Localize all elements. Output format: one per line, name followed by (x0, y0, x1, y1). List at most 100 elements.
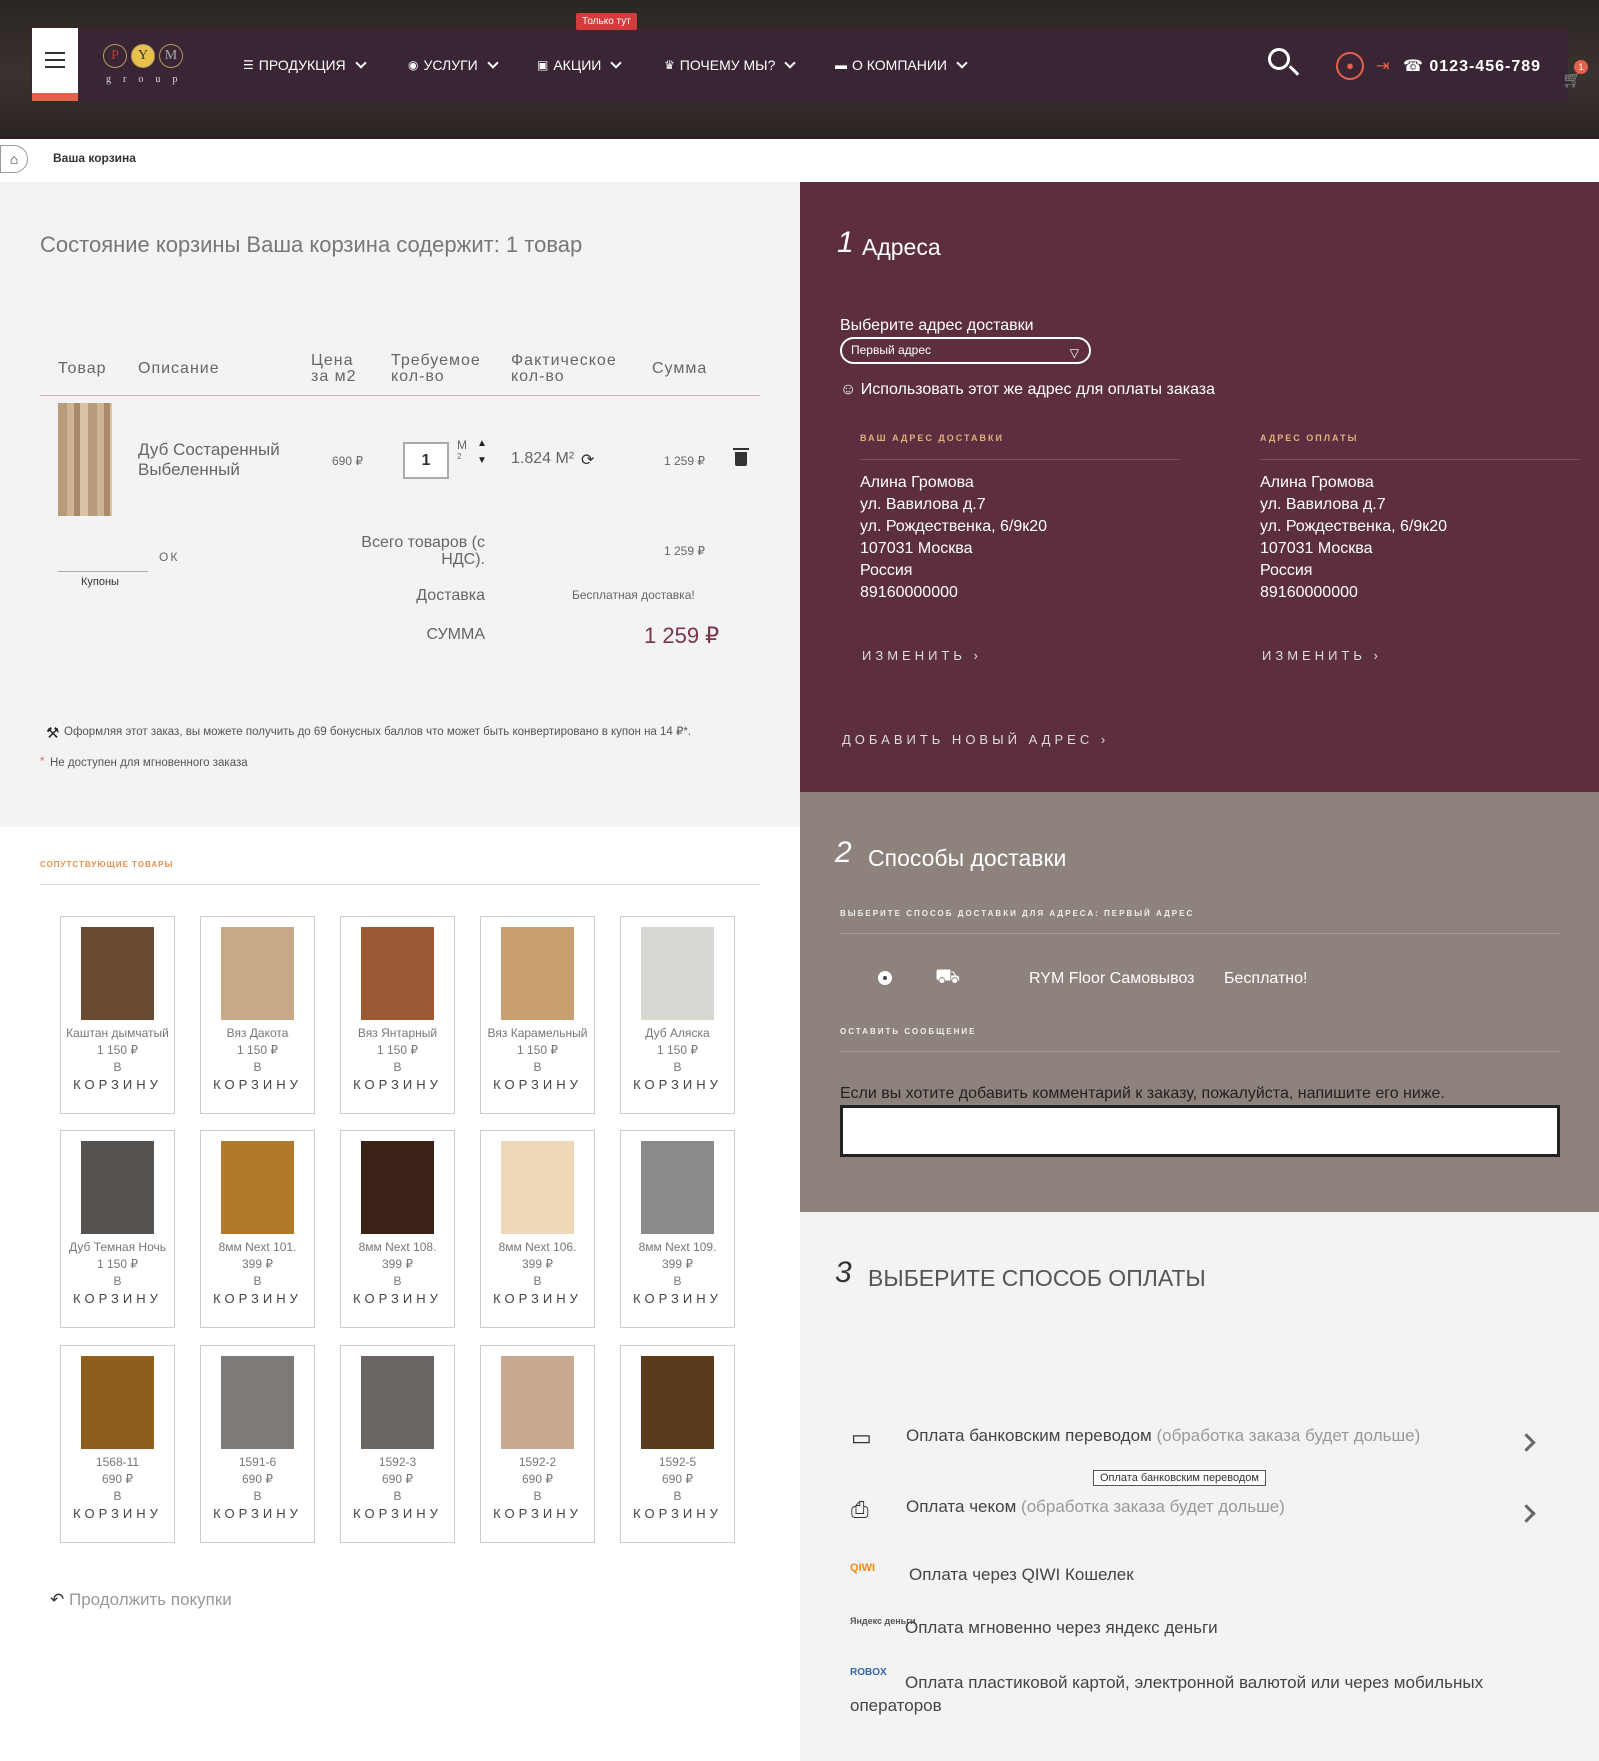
nav-promotions[interactable]: ▣ АКЦИИ (537, 56, 622, 73)
add-to-cart-button[interactable]: КОРЗИНУ (483, 1505, 592, 1522)
related-product-card[interactable]: Вяз Янтарный 1 150 ₽ В КОРЗИНУ (340, 916, 455, 1114)
add-to-cart-button[interactable]: КОРЗИНУ (203, 1076, 312, 1093)
nav-why-us[interactable]: ♛ ПОЧЕМУ МЫ? (664, 56, 797, 73)
product-price: 399 ₽ (242, 1257, 273, 1271)
product-image[interactable] (361, 1141, 434, 1234)
comment-textarea[interactable] (840, 1105, 1560, 1157)
related-product-card[interactable]: 8мм Next 106. 399 ₽ В КОРЗИНУ (480, 1130, 595, 1328)
related-product-card[interactable]: 1592-3 690 ₽ В КОРЗИНУ (340, 1345, 455, 1543)
product-image[interactable] (221, 1141, 294, 1234)
product-image[interactable] (361, 927, 434, 1020)
trash-icon[interactable] (733, 448, 749, 466)
logo[interactable]: P Y M group (103, 44, 203, 88)
product-info: 1568-11 690 ₽ В КОРЗИНУ (63, 1454, 172, 1522)
related-product-card[interactable]: Каштан дымчатый 1 150 ₽ В КОРЗИНУ (60, 916, 175, 1114)
add-to-cart-button[interactable]: КОРЗИНУ (203, 1290, 312, 1307)
nav-products[interactable]: ☰ ПРОДУКЦИЯ (243, 56, 367, 73)
to-cart-word: В (673, 1274, 682, 1288)
tooltip: Оплата банковским переводом (1093, 1470, 1266, 1486)
product-image[interactable] (221, 1356, 294, 1449)
product-image[interactable] (81, 927, 154, 1020)
product-name: 1592-2 (518, 1455, 557, 1469)
product-name: Вяз Янтарный (357, 1026, 438, 1040)
product-image[interactable] (641, 927, 714, 1020)
related-product-card[interactable]: 8мм Next 108. 399 ₽ В КОРЗИНУ (340, 1130, 455, 1328)
add-to-cart-button[interactable]: КОРЗИНУ (343, 1505, 452, 1522)
product-thumbnail[interactable] (58, 403, 112, 516)
qty-up-icon[interactable]: ▲ (477, 438, 487, 449)
related-product-card[interactable]: 1568-11 690 ₽ В КОРЗИНУ (60, 1345, 175, 1543)
add-to-cart-button[interactable]: КОРЗИНУ (203, 1505, 312, 1522)
add-to-cart-button[interactable]: КОРЗИНУ (623, 1076, 732, 1093)
product-image[interactable] (641, 1356, 714, 1449)
phone-number[interactable]: ☎ 0123-456-789 (1403, 56, 1541, 76)
add-to-cart-button[interactable]: КОРЗИНУ (483, 1076, 592, 1093)
payment-bank-transfer[interactable]: Оплата банковским переводом (обработка з… (906, 1426, 1420, 1446)
same-address-checkbox[interactable]: ☺ Использовать этот же адрес для оплаты … (840, 379, 1215, 401)
add-to-cart-button[interactable]: КОРЗИНУ (63, 1505, 172, 1522)
col-description: Описание (138, 360, 220, 377)
related-product-card[interactable]: 8мм Next 101. 399 ₽ В КОРЗИНУ (200, 1130, 315, 1328)
product-image[interactable] (221, 927, 294, 1020)
add-to-cart-button[interactable]: КОРЗИНУ (343, 1076, 452, 1093)
add-to-cart-button[interactable]: КОРЗИНУ (63, 1290, 172, 1307)
product-image[interactable] (361, 1356, 434, 1449)
carrier-cost: Бесплатно! (1224, 970, 1308, 987)
refresh-icon[interactable]: ⟳ (581, 450, 594, 470)
shipping-title: Способы доставки (868, 845, 1067, 871)
related-product-card[interactable]: Дуб Темная Ночь 1 150 ₽ В КОРЗИНУ (60, 1130, 175, 1328)
product-image[interactable] (501, 1356, 574, 1449)
product-image[interactable] (501, 927, 574, 1020)
address-select-value: Первый адрес (851, 343, 932, 357)
product-image[interactable] (81, 1141, 154, 1234)
change-delivery-address-link[interactable]: ИЗМЕНИТЬ › (862, 648, 982, 663)
payment-yandex[interactable]: Оплата мгновенно через яндекс деньги (905, 1618, 1218, 1638)
address-select[interactable]: Первый адрес ▽ (840, 337, 1091, 364)
add-to-cart-button[interactable]: КОРЗИНУ (63, 1076, 172, 1093)
quantity-input[interactable]: 1 (403, 442, 449, 479)
shipping-radio[interactable] (878, 971, 892, 985)
product-image[interactable] (501, 1141, 574, 1234)
product-image[interactable] (641, 1141, 714, 1234)
add-to-cart-button[interactable]: КОРЗИНУ (483, 1290, 592, 1307)
change-billing-address-link[interactable]: ИЗМЕНИТЬ › (1262, 648, 1382, 663)
product-image[interactable] (81, 1356, 154, 1449)
nav-services[interactable]: ◉ УСЛУГИ (408, 56, 499, 73)
logout-icon[interactable]: ⇥ (1376, 56, 1389, 76)
nav-about[interactable]: ▬ О КОМПАНИИ (835, 56, 968, 73)
gift-icon: ▣ (537, 58, 549, 72)
product-name[interactable]: Дуб Состаренный Выбеленный (138, 440, 298, 480)
add-to-cart-button[interactable]: КОРЗИНУ (623, 1290, 732, 1307)
home-icon[interactable]: ⌂ (0, 145, 28, 173)
coupon-ok-button[interactable]: ОК (159, 550, 179, 564)
product-price: 690 ₽ (102, 1472, 133, 1486)
related-product-card[interactable]: Дуб Аляска 1 150 ₽ В КОРЗИНУ (620, 916, 735, 1114)
related-product-card[interactable]: Вяз Карамельный 1 150 ₽ В КОРЗИНУ (480, 916, 595, 1114)
related-product-card[interactable]: 1592-5 690 ₽ В КОРЗИНУ (620, 1345, 735, 1543)
product-info: Дуб Аляска 1 150 ₽ В КОРЗИНУ (623, 1025, 732, 1093)
related-product-card[interactable]: Вяз Дакота 1 150 ₽ В КОРЗИНУ (200, 916, 315, 1114)
to-cart-word: В (253, 1274, 262, 1288)
continue-label: Продолжить покупки (68, 1590, 232, 1609)
payment-robokassa[interactable]: Оплата пластиковой картой, электронной в… (850, 1671, 1550, 1717)
user-icon[interactable]: ● (1336, 52, 1364, 80)
product-info: Вяз Карамельный 1 150 ₽ В КОРЗИНУ (483, 1025, 592, 1093)
payment-qiwi[interactable]: Оплата через QIWI Кошелек (909, 1565, 1134, 1585)
related-product-card[interactable]: 1591-6 690 ₽ В КОРЗИНУ (200, 1345, 315, 1543)
add-to-cart-button[interactable]: КОРЗИНУ (623, 1505, 732, 1522)
add-new-address-link[interactable]: ДОБАВИТЬ НОВЫЙ АДРЕС › (842, 732, 1109, 747)
step-number: 3 (835, 1256, 852, 1289)
divider (1260, 459, 1580, 460)
add-to-cart-button[interactable]: КОРЗИНУ (343, 1290, 452, 1307)
product-price: 1 150 ₽ (97, 1043, 138, 1057)
search-icon[interactable] (1268, 48, 1290, 70)
payment-cheque[interactable]: Оплата чеком (обработка заказа будет дол… (906, 1497, 1285, 1517)
coupon-input[interactable] (58, 571, 148, 572)
col-price: Цена за м2 (311, 352, 357, 385)
related-product-card[interactable]: 1592-2 690 ₽ В КОРЗИНУ (480, 1345, 595, 1543)
menu-toggle-button[interactable] (32, 28, 78, 101)
menu-accent-bar (32, 93, 78, 101)
related-product-card[interactable]: 8мм Next 109. 399 ₽ В КОРЗИНУ (620, 1130, 735, 1328)
continue-shopping-link[interactable]: ↶ Продолжить покупки (50, 1590, 232, 1610)
qty-down-icon[interactable]: ▼ (477, 455, 487, 466)
